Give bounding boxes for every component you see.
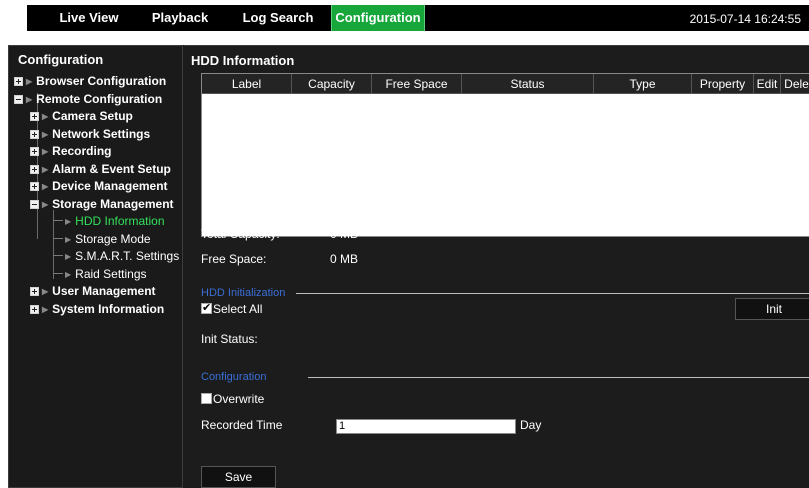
column-header-label: Label xyxy=(202,74,292,94)
expand-icon[interactable] xyxy=(30,112,39,121)
recorded-time-input[interactable]: 1 xyxy=(336,419,516,434)
sidebar-item-device-management[interactable]: ▶ Device Management xyxy=(30,178,168,195)
total-capacity-label: Total Capacity: xyxy=(201,227,280,241)
collapse-icon[interactable] xyxy=(14,95,23,104)
section-divider xyxy=(296,293,809,294)
recorded-time-unit: Day xyxy=(520,418,542,432)
column-header-property: Property xyxy=(692,74,754,94)
chevron-right-icon: ▶ xyxy=(42,130,49,139)
sidebar-item-system-information[interactable]: ▶ System Information xyxy=(30,301,164,318)
collapse-icon[interactable] xyxy=(30,200,39,209)
sidebar-item-alarm-event-setup[interactable]: ▶ Alarm & Event Setup xyxy=(30,161,171,178)
tab-live-view[interactable]: Live View xyxy=(59,5,119,31)
column-header-edit: Edit xyxy=(754,74,781,94)
chevron-right-icon: ▶ xyxy=(42,182,49,191)
sidebar-item-user-management[interactable]: ▶ User Management xyxy=(30,283,156,300)
config-sidebar: Configuration ▶ Browser Configuration ▶ Re… xyxy=(8,45,183,488)
main-frame: Configuration ▶ Browser Configuration ▶ Re… xyxy=(8,45,809,488)
hdd-table: Label Capacity Free Space Status Type Pr… xyxy=(201,73,809,237)
chevron-right-icon: ▶ xyxy=(42,112,49,121)
select-all-checkbox[interactable]: Select All xyxy=(201,301,262,316)
recorded-time-label: Recorded Time xyxy=(201,418,283,432)
sidebar-item-hdd-information[interactable]: ▶ HDD Information xyxy=(53,213,165,230)
column-header-free-space: Free Space xyxy=(372,74,462,94)
sidebar-item-camera-setup[interactable]: ▶ Camera Setup xyxy=(30,108,133,125)
chevron-right-icon: ▶ xyxy=(65,217,72,226)
column-header-type: Type xyxy=(594,74,692,94)
init-status-label: Init Status: xyxy=(201,332,258,346)
free-space-label: Free Space: xyxy=(201,252,267,266)
checkbox-unchecked-icon[interactable] xyxy=(201,393,212,404)
system-datetime: 2015-07-14 16:24:55 xyxy=(689,12,801,26)
chevron-right-icon: ▶ xyxy=(42,287,49,296)
sidebar-title: Configuration xyxy=(18,52,104,67)
chevron-right-icon: ▶ xyxy=(26,77,33,86)
free-space-value: 0 MB xyxy=(330,252,359,266)
page-title: HDD Information xyxy=(191,53,295,68)
expand-icon[interactable] xyxy=(30,182,39,191)
sidebar-item-network-settings[interactable]: ▶ Network Settings xyxy=(30,126,150,143)
sidebar-item-raid-settings[interactable]: ▶ Raid Settings xyxy=(53,266,147,283)
expand-icon[interactable] xyxy=(30,147,39,156)
hdd-initialization-section-title: HDD Initialization xyxy=(201,287,286,299)
column-header-delete: Delete xyxy=(784,77,809,91)
tab-playback[interactable]: Playback xyxy=(148,5,212,31)
section-divider xyxy=(308,377,809,378)
top-navigation-bar: Live View Playback Log Search Configurat… xyxy=(0,0,809,38)
expand-icon[interactable] xyxy=(30,287,39,296)
chevron-right-icon: ▶ xyxy=(42,200,49,209)
overwrite-checkbox[interactable]: Overwrite xyxy=(201,392,264,406)
column-header-capacity: Capacity xyxy=(292,74,372,94)
chevron-right-icon: ▶ xyxy=(65,235,72,244)
sidebar-item-smart-settings[interactable]: ▶ S.M.A.R.T. Settings xyxy=(53,248,179,265)
chevron-right-icon: ▶ xyxy=(26,95,33,104)
column-header-status: Status xyxy=(462,74,594,94)
sidebar-item-browser-configuration[interactable]: ▶ Browser Configuration xyxy=(14,73,166,90)
sidebar-item-remote-configuration[interactable]: ▶ Remote Configuration xyxy=(14,91,162,108)
sidebar-item-storage-management[interactable]: ▶ Storage Management xyxy=(30,196,174,213)
expand-icon[interactable] xyxy=(30,305,39,314)
expand-icon[interactable] xyxy=(30,130,39,139)
configuration-section-title: Configuration xyxy=(201,371,267,383)
total-capacity-value: 0 MB xyxy=(330,227,359,241)
checkbox-checked-icon[interactable] xyxy=(201,301,212,314)
expand-icon[interactable] xyxy=(30,165,39,174)
sidebar-item-recording[interactable]: ▶ Recording xyxy=(30,143,112,160)
tab-log-search[interactable]: Log Search xyxy=(233,5,323,31)
chevron-right-icon: ▶ xyxy=(42,147,49,156)
chevron-right-icon: ▶ xyxy=(65,270,72,279)
expand-icon[interactable] xyxy=(14,77,23,86)
chevron-right-icon: ▶ xyxy=(42,165,49,174)
main-tabs: Live View Playback Log Search Configurat… xyxy=(27,5,809,31)
chevron-right-icon: ▶ xyxy=(42,305,49,314)
chevron-right-icon: ▶ xyxy=(65,252,72,261)
sidebar-item-storage-mode[interactable]: ▶ Storage Mode xyxy=(53,231,151,248)
tab-configuration[interactable]: Configuration xyxy=(331,5,425,31)
save-button[interactable]: Save xyxy=(201,466,276,488)
hdd-information-panel: HDD Information Label Capacity Free Spac… xyxy=(184,45,809,488)
hdd-table-header: Label Capacity Free Space Status Type Pr… xyxy=(202,74,809,94)
init-button[interactable]: Init xyxy=(735,298,809,320)
